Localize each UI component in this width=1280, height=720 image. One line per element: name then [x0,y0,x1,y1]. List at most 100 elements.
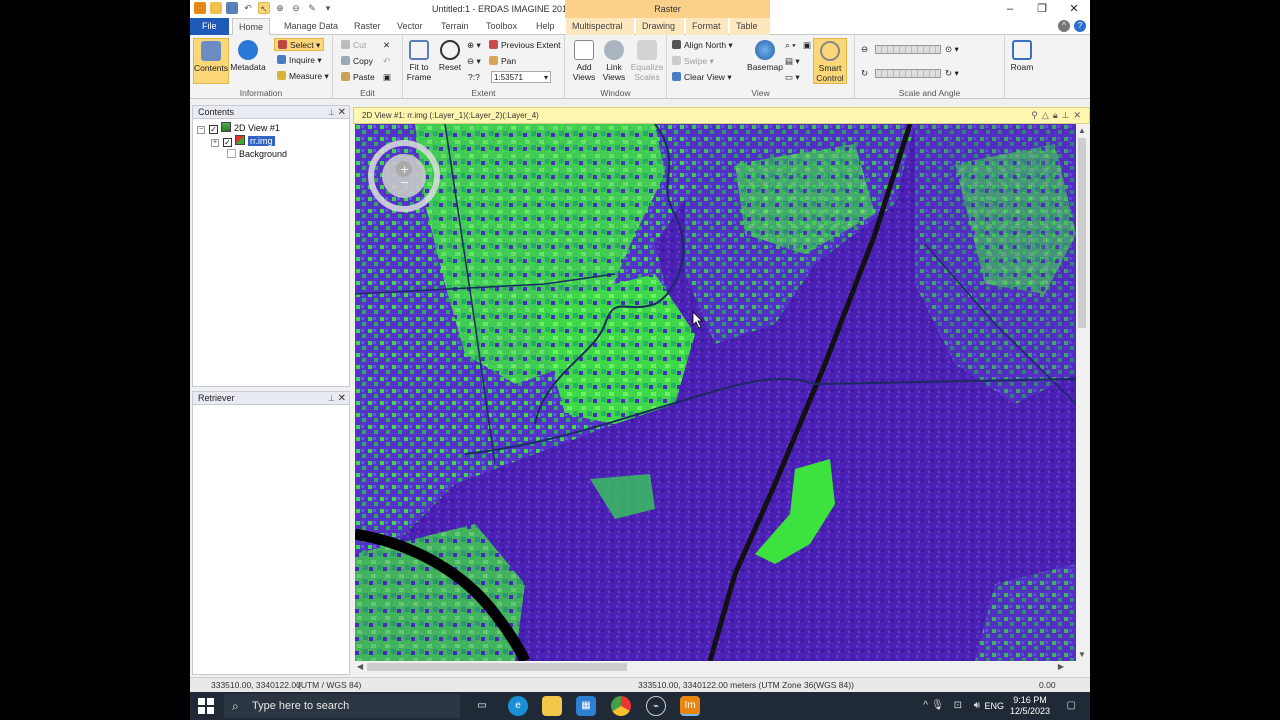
zoom-in-icon[interactable]: ⊕ [274,2,286,14]
task-view-icon[interactable]: ▭ [472,696,492,716]
inquire-button[interactable]: Inquire ▾ [277,54,322,67]
scroll-right-icon[interactable]: ▶ [1058,662,1064,671]
close-panel-icon[interactable]: ✕ [338,392,346,405]
horizontal-scroll-thumb[interactable] [367,663,627,671]
contents-button[interactable]: Contents [193,38,229,84]
undo-edit-icon[interactable]: ↶ [383,55,390,68]
zoom-out-icon[interactable]: ⊖ [290,2,302,14]
pan-button[interactable]: Pan [489,55,516,68]
scale-input[interactable]: 1:53571 ▾ [491,71,551,83]
view-frame-icon[interactable]: ▭ ▾ [785,71,800,84]
scale-reset-icon[interactable]: ⊙ ▾ [945,43,959,56]
clear-view-button[interactable]: Clear View ▾ [672,71,732,84]
tray-chevron-icon[interactable]: ^ [923,700,928,711]
previous-extent-button[interactable]: Previous Extent [489,39,561,52]
pin-view-icon[interactable]: ⊥ [1062,110,1074,120]
edge-icon[interactable]: e [508,696,528,716]
paste-special-icon[interactable]: ▣ [383,71,391,84]
chrome-icon[interactable] [611,696,631,716]
roam-button[interactable]: Roam [1005,38,1039,84]
taskbar-search[interactable]: ⌕ Type here to search [224,694,460,718]
close-button[interactable]: ✕ [1058,0,1090,18]
language-indicator[interactable]: ENG [984,701,1004,711]
copy-button[interactable]: Copy [341,55,373,68]
swipe-button[interactable]: Swipe ▾ [672,55,714,68]
scroll-up-icon[interactable]: ▲ [1078,126,1086,135]
tab-home[interactable]: Home [232,18,271,36]
tab-format[interactable]: Format [686,18,728,35]
eraser-icon[interactable]: ✎ [306,2,318,14]
tab-multispectral[interactable]: Multispectral [566,18,634,35]
scale-icon[interactable]: ⊖ [861,43,868,56]
file-explorer-icon[interactable] [542,696,562,716]
tab-terrain[interactable]: Terrain [435,18,475,35]
view-layers-icon[interactable]: ▤ ▾ [785,55,800,68]
delete-icon[interactable]: ✕ [383,39,390,52]
zoom-out-tool-icon[interactable]: ⊖ ▾ [467,55,481,68]
erdas-taskbar-icon[interactable]: Im [680,696,700,716]
tree-node-background[interactable]: Background [227,148,287,160]
view-checkbox[interactable]: ✓ [209,125,218,134]
tab-drawing[interactable]: Drawing [636,18,684,35]
warning-icon[interactable]: △ [1042,110,1053,120]
horizontal-scrollbar[interactable]: ◀ ▶ [355,661,1076,673]
select-tool-icon[interactable]: ↖ [258,2,270,14]
link-view-icon[interactable]: ⚲ [1031,110,1042,120]
tree-node-view[interactable]: − ✓ 2D View #1 [197,122,280,134]
tab-raster[interactable]: Raster [348,18,387,35]
layer-checkbox[interactable]: ✓ [223,138,232,147]
select-button[interactable]: Select ▾ [274,38,325,51]
scroll-down-icon[interactable]: ▼ [1078,650,1086,659]
minimize-button[interactable]: – [994,0,1026,18]
basemap-button[interactable]: Basemap [745,38,785,84]
restore-button[interactable]: ❐ [1026,0,1058,18]
zoom-in-tool-icon[interactable]: ⊕ ▾ [467,39,481,52]
view-option-icon[interactable]: ▣ [803,39,811,52]
vertical-scrollbar[interactable]: ▲ ▼ [1076,124,1088,661]
metadata-button[interactable]: Metadata [230,38,266,84]
tab-help[interactable]: Help [530,18,561,35]
collapse-icon[interactable]: − [197,126,205,134]
tab-vector[interactable]: Vector [391,18,429,35]
view-zoom-icon[interactable]: ⌕ ▾ [785,39,796,52]
volume-icon[interactable]: 🔊︎ [974,700,980,711]
lock-icon[interactable]: 🔒︎ [1053,110,1062,120]
windows-start-icon[interactable] [198,698,214,714]
cut-button[interactable]: Cut [341,39,366,52]
paste-button[interactable]: Paste [341,71,375,84]
close-view-icon[interactable]: ✕ [1073,110,1085,120]
measure-button[interactable]: Measure ▾ [277,70,329,83]
network-icon[interactable]: ⊡ [954,700,962,711]
tab-file[interactable]: File [190,18,229,35]
microphone-icon[interactable]: 🎙︎ [931,700,944,711]
open-icon[interactable] [210,2,222,14]
scale-dropdown-icon[interactable]: ▾ [544,72,548,83]
background-checkbox[interactable] [227,149,236,158]
align-north-button[interactable]: Align North ▾ [672,39,733,52]
vertical-scroll-thumb[interactable] [1078,138,1086,328]
ribbon-collapse-icon[interactable]: ^ [1058,20,1070,32]
expand-icon[interactable]: + [211,139,219,147]
tab-table[interactable]: Table [730,18,770,35]
fit-to-frame-button[interactable]: Fit to Frame [403,38,435,84]
scale-slider[interactable] [875,45,941,54]
pin-icon[interactable]: ⊥ [328,106,335,119]
add-views-button[interactable]: Add Views [569,38,599,84]
rotate-icon[interactable]: ↻ [861,67,868,80]
scroll-left-icon[interactable]: ◀ [357,662,363,671]
tab-toolbox[interactable]: Toolbox [480,18,523,35]
app-icon[interactable]: ⌁ [646,696,666,716]
help-icon[interactable]: ? [1074,20,1086,32]
notification-icon[interactable]: ▢ [1067,700,1076,711]
app-logo-icon[interactable] [194,2,206,14]
save-icon[interactable] [226,2,238,14]
smart-control-button[interactable]: Smart Control [813,38,847,84]
angle-reset-icon[interactable]: ↻ ▾ [945,67,959,80]
equalize-scales-button[interactable]: Equalize Scales [629,38,665,84]
customize-qat-icon[interactable]: ▾ [322,2,334,14]
clock[interactable]: 9:16 PM 12/5/2023 [1010,695,1050,717]
undo-icon[interactable]: ↶ [242,2,254,14]
link-views-button[interactable]: Link Views [599,38,629,84]
angle-slider[interactable] [875,69,941,78]
close-panel-icon[interactable]: ✕ [338,106,346,119]
